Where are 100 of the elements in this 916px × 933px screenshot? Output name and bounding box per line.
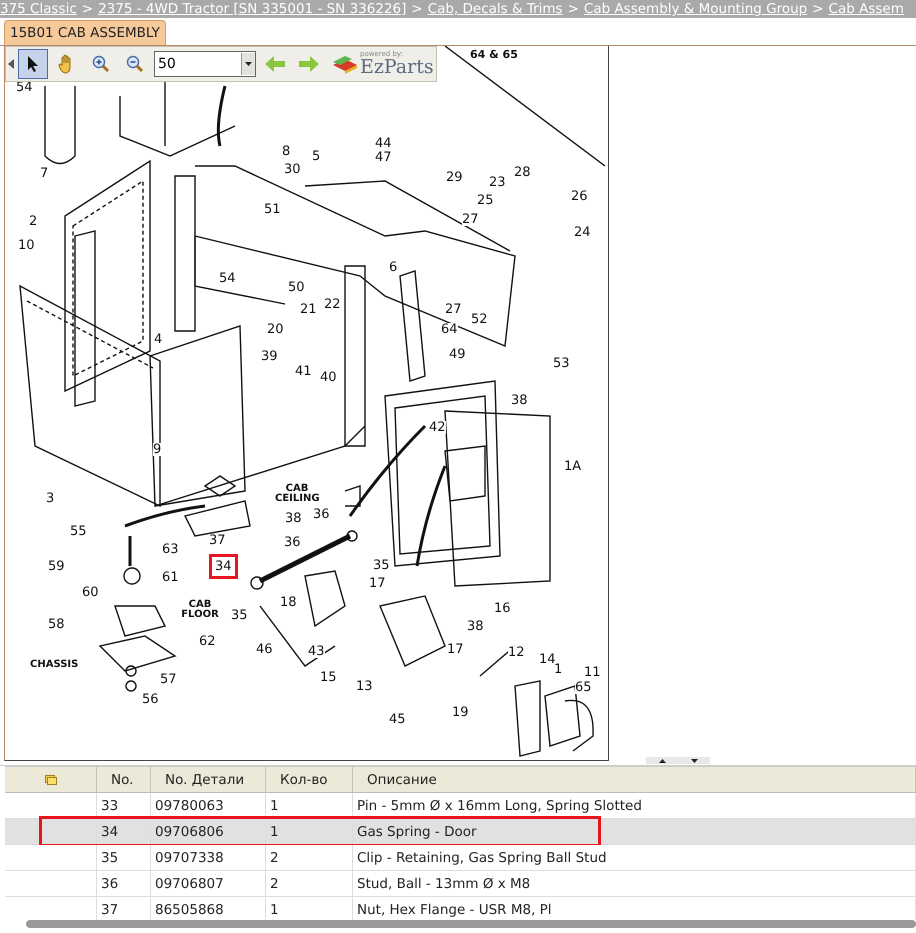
table-row[interactable]: 36 09706807 2 Stud, Ball - 13mm Ø x M8	[5, 871, 916, 897]
arrow-left-icon	[265, 56, 285, 72]
callout-number[interactable]: 17	[369, 577, 386, 590]
callout-number[interactable]: 16	[494, 602, 511, 615]
callout-number[interactable]: 7	[40, 167, 48, 180]
callout-number[interactable]: 14	[539, 653, 556, 666]
table-cell: 35	[97, 845, 151, 870]
callout-number[interactable]: 39	[261, 350, 278, 363]
callout-number[interactable]: 19	[452, 706, 469, 719]
table-cell: Stud, Ball - 13mm Ø x M8	[353, 871, 916, 896]
column-header[interactable]: Описание	[353, 767, 916, 792]
callout-number[interactable]: 42	[429, 421, 446, 434]
breadcrumb-separator: >	[411, 1, 423, 17]
diagram-note: 64 & 65	[470, 48, 518, 61]
pointer-tool-button[interactable]	[18, 49, 48, 79]
callout-number[interactable]: 38	[467, 620, 484, 633]
callout-number[interactable]: 11	[584, 666, 601, 679]
pointer-icon	[26, 55, 40, 73]
callout-number[interactable]: 27	[445, 303, 462, 316]
callout-number[interactable]: 57	[160, 673, 177, 686]
callout-number[interactable]: 23	[489, 176, 506, 189]
table-cell: 36	[97, 871, 151, 896]
callout-number[interactable]: 5	[312, 150, 320, 163]
callout-number[interactable]: 49	[449, 348, 466, 361]
callout-number[interactable]: 36	[284, 536, 301, 549]
table-cell: 09706807	[151, 871, 266, 896]
callout-number[interactable]: 65	[575, 681, 592, 694]
callout-number[interactable]: 40	[320, 371, 337, 384]
callout-number[interactable]: 52	[471, 313, 488, 326]
horizontal-scrollbar[interactable]	[26, 920, 916, 928]
callout-number[interactable]: 35	[231, 609, 248, 622]
callout-number[interactable]: 15	[320, 671, 337, 684]
callout-number[interactable]: 6	[389, 261, 398, 274]
table-row[interactable]: 34 09706806 1 Gas Spring - Door	[5, 819, 916, 845]
callout-number[interactable]: 13	[356, 680, 373, 693]
callout-number[interactable]: 28	[514, 166, 531, 179]
callout-number[interactable]: 61	[162, 571, 179, 584]
callout-number[interactable]: 54	[219, 272, 236, 285]
callout-number[interactable]: 38	[285, 512, 302, 525]
callout-number[interactable]: 62	[199, 635, 216, 648]
column-header[interactable]: No.	[97, 767, 151, 792]
callout-number[interactable]: 4	[154, 333, 162, 346]
callout-number[interactable]: 20	[267, 323, 284, 336]
callout-number[interactable]: 34	[209, 554, 238, 579]
callout-number[interactable]: 47	[375, 151, 392, 164]
callout-number[interactable]: 45	[389, 713, 406, 726]
table-row[interactable]: 33 09780063 1 Pin - 5mm Ø x 16mm Long, Spring Slotted	[5, 793, 916, 819]
callout-number[interactable]: 30	[284, 163, 301, 176]
callout-number[interactable]: 12	[508, 646, 525, 659]
diagram-tab[interactable]: 15B01 CAB ASSEMBLY	[4, 20, 166, 45]
callout-number[interactable]: 64	[441, 323, 458, 336]
callout-number[interactable]: 2	[29, 215, 38, 228]
callout-number[interactable]: 53	[553, 357, 570, 370]
callout-number[interactable]: 25	[477, 194, 494, 207]
callout-number[interactable]: 22	[324, 298, 341, 311]
table-cell: 2	[266, 845, 353, 870]
callout-number[interactable]: 56	[142, 693, 159, 706]
table-cell: 1	[266, 793, 353, 818]
callout-number[interactable]: 1	[554, 663, 562, 676]
callout-number[interactable]: 36	[313, 508, 330, 521]
callout-number[interactable]: 17	[447, 643, 464, 656]
callout-number[interactable]: 10	[18, 239, 35, 252]
callout-number[interactable]: 41	[295, 365, 312, 378]
breadcrumb-separator: >	[82, 1, 94, 17]
column-header[interactable]: Кол-во	[266, 767, 353, 792]
callout-number[interactable]: 27	[462, 213, 479, 226]
zoom-combo-field[interactable]: 50	[154, 51, 256, 77]
callout-number[interactable]: 21	[300, 303, 317, 316]
callout-number[interactable]: 60	[82, 586, 99, 599]
callout-number[interactable]: 3	[46, 492, 54, 505]
callout-number[interactable]: 63	[162, 543, 179, 556]
callout-number[interactable]: 58	[48, 618, 65, 631]
zoom-in-icon	[92, 55, 110, 73]
splitter-handle[interactable]	[646, 757, 710, 764]
table-cell: 09780063	[151, 793, 266, 818]
grip-arrow-icon	[8, 59, 14, 69]
breadcrumb-separator: >	[812, 1, 824, 17]
callout-number[interactable]: 50	[288, 281, 305, 294]
table-cell: 33	[97, 793, 151, 818]
arrow-down-icon	[690, 758, 698, 762]
callout-number[interactable]: 51	[264, 203, 281, 216]
callout-number[interactable]: 37	[209, 534, 226, 547]
callout-number[interactable]: 44	[375, 137, 392, 150]
callout-number[interactable]: 59	[48, 560, 65, 573]
table-row[interactable]: 35 09707338 2 Clip - Retaining, Gas Spring Ball Stud	[5, 845, 916, 871]
callout-number[interactable]: 8	[282, 145, 290, 158]
column-header[interactable]: No. Детали	[151, 767, 266, 792]
callout-number[interactable]: 18	[280, 596, 297, 609]
callout-number[interactable]: 38	[511, 394, 528, 407]
callout-number[interactable]: 43	[308, 645, 325, 658]
callout-number[interactable]: 46	[256, 643, 273, 656]
callout-number[interactable]: 55	[70, 525, 87, 538]
callout-number[interactable]: 1A	[564, 460, 582, 473]
callout-number[interactable]: 35	[373, 559, 390, 572]
callout-number[interactable]: 9	[153, 443, 162, 456]
callout-number[interactable]: 29	[446, 171, 463, 184]
callout-number[interactable]: 24	[574, 226, 591, 239]
table-cell: 34	[97, 819, 151, 844]
dropdown-button[interactable]	[241, 53, 255, 75]
callout-number[interactable]: 26	[571, 190, 588, 203]
